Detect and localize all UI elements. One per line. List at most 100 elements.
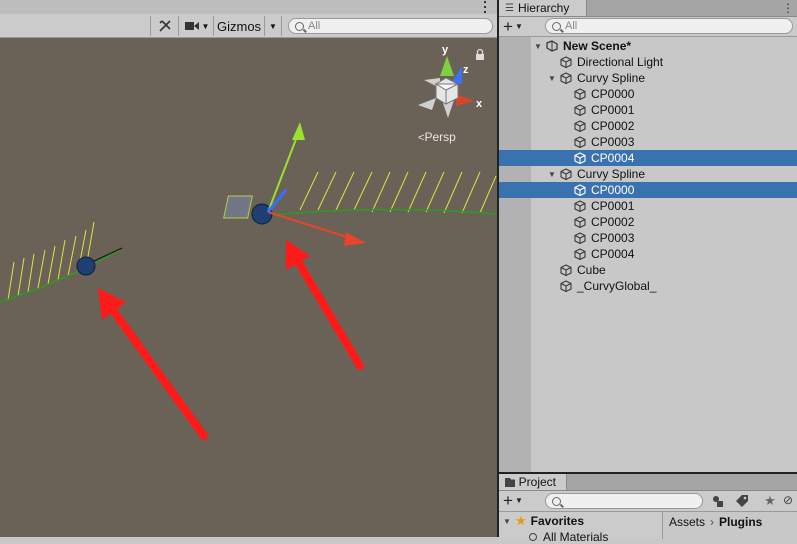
hierarchy-row-label: CP0002 — [591, 119, 635, 133]
hierarchy-row[interactable]: Cube — [499, 262, 797, 278]
hierarchy-tree[interactable]: ▼ New Scene* Directional Light ▼ Curvy Splin… — [499, 37, 797, 472]
cube-icon — [574, 184, 586, 196]
cube-icon — [574, 152, 586, 164]
hierarchy-row[interactable]: CP0001 — [499, 102, 797, 118]
chevron-down-icon: ▼ — [514, 22, 523, 31]
scene-view[interactable]: y z x <Persp ▼ Gizmos ▼ All — [0, 0, 497, 537]
hierarchy-row[interactable]: CP0003 — [499, 134, 797, 150]
chevron-down-icon[interactable]: ▼ — [533, 42, 543, 51]
hierarchy-toolbar: + ▼ All — [499, 17, 797, 37]
hierarchy-row-label: New Scene* — [563, 39, 632, 53]
hierarchy-row[interactable]: CP0001 — [499, 198, 797, 214]
spline-right-hatch — [299, 171, 497, 214]
search-icon — [529, 533, 537, 541]
chevron-down-icon: ▼ — [269, 21, 277, 31]
hierarchy-search-input[interactable]: All — [545, 18, 793, 34]
kebab-menu-icon[interactable] — [482, 1, 488, 13]
hierarchy-row[interactable]: ▼ Curvy Spline — [499, 70, 797, 86]
toolbar-divider — [281, 16, 282, 36]
breadcrumb: Assets › Plugins — [663, 512, 797, 539]
camera-dropdown[interactable]: ▼ — [182, 16, 212, 36]
hierarchy-row[interactable]: CP0003 — [499, 230, 797, 246]
cube-icon — [574, 200, 586, 212]
tools-icon — [159, 20, 171, 32]
gizmos-dropdown-button[interactable]: ▼ — [265, 16, 281, 36]
hierarchy-row-label: CP0004 — [591, 247, 635, 261]
scene-canvas[interactable] — [0, 0, 497, 537]
all-materials-label: All Materials — [543, 530, 609, 544]
all-materials-row[interactable]: All Materials — [529, 530, 608, 544]
gizmos-label: Gizmos — [217, 18, 262, 34]
project-toolbar: + ▼ ★ ⊘ — [499, 491, 797, 512]
chevron-down-icon: ▼ — [514, 496, 523, 505]
tab-project[interactable]: Project — [499, 474, 567, 490]
plus-icon: + — [503, 490, 513, 510]
hierarchy-row[interactable]: ▼ Curvy Spline — [499, 166, 797, 182]
favorites-row[interactable]: ▼ ★ Favorites — [499, 513, 585, 528]
hierarchy-row[interactable]: _CurvyGlobal_ — [499, 278, 797, 294]
hierarchy-list-icon: ☰ — [505, 2, 514, 14]
create-asset-button[interactable]: + ▼ — [503, 490, 531, 510]
search-icon — [552, 21, 561, 31]
hierarchy-row[interactable]: CP0000 — [499, 86, 797, 102]
scene-title-strip — [0, 0, 497, 14]
chevron-down-icon[interactable]: ▼ — [547, 74, 557, 83]
cube-icon — [560, 168, 572, 180]
search-icon — [552, 496, 561, 506]
create-object-button[interactable]: + ▼ — [503, 17, 531, 36]
favorite-star-icon[interactable]: ★ — [761, 493, 779, 509]
cube-icon — [574, 136, 586, 148]
scene-search-input[interactable]: All — [288, 18, 493, 34]
effects-toggle-button[interactable] — [154, 16, 176, 36]
project-search-input[interactable] — [545, 493, 703, 509]
red-arrow-left — [98, 288, 208, 440]
favorites-label: Favorites — [530, 514, 585, 528]
hierarchy-row-label: CP0003 — [591, 135, 635, 149]
cube-icon — [574, 248, 586, 260]
unity-scene-icon — [546, 40, 558, 52]
hierarchy-row[interactable]: CP0002 — [499, 118, 797, 134]
hierarchy-row-label: _CurvyGlobal_ — [577, 279, 657, 293]
red-arrow-right — [286, 240, 364, 370]
tab-hierarchy[interactable]: ☰ Hierarchy — [499, 0, 587, 16]
chevron-down-icon: ▼ — [503, 516, 511, 526]
cube-icon — [560, 56, 572, 68]
move-gizmo — [223, 122, 366, 246]
hierarchy-row-label: CP0000 — [591, 183, 635, 197]
hierarchy-row-label: CP0003 — [591, 231, 635, 245]
tab-project-label: Project — [518, 475, 556, 489]
kebab-menu-icon[interactable]: ⋮ — [782, 1, 794, 15]
hierarchy-row[interactable]: CP0004 — [499, 150, 797, 166]
toolbar-divider — [178, 16, 179, 36]
tab-hierarchy-label: Hierarchy — [517, 1, 570, 15]
hierarchy-row[interactable]: CP0000 — [499, 182, 797, 198]
hierarchy-row[interactable]: CP0002 — [499, 214, 797, 230]
toolbar-divider — [150, 16, 151, 36]
perspective-label: Persp — [424, 130, 456, 144]
project-panel: Project + ▼ ★ ⊘ ▼ ★ Favorites All Materia… — [499, 472, 797, 544]
gizmo-z-label: z — [463, 64, 469, 76]
chevron-right-icon: › — [710, 515, 715, 529]
filter-by-label-icon[interactable] — [733, 493, 751, 509]
gizmo-x-label: x — [476, 98, 483, 110]
gizmos-button[interactable]: Gizmos — [214, 16, 264, 36]
hidden-packages-icon[interactable]: ⊘ — [783, 493, 797, 509]
hierarchy-row-label: Directional Light — [577, 55, 664, 69]
project-folder-tree[interactable]: ▼ ★ Favorites All Materials — [499, 512, 663, 544]
hierarchy-search-placeholder: All — [565, 20, 578, 32]
cube-icon — [560, 264, 572, 276]
breadcrumb-assets[interactable]: Assets — [669, 515, 705, 529]
hierarchy-row[interactable]: Directional Light — [499, 54, 797, 70]
hierarchy-tabbar: ☰ Hierarchy ⋮ — [499, 0, 797, 17]
filter-by-type-icon[interactable] — [709, 493, 727, 509]
breadcrumb-plugins[interactable]: Plugins — [719, 515, 762, 529]
cube-icon — [574, 120, 586, 132]
cube-icon — [574, 104, 586, 116]
cube-icon — [560, 72, 572, 84]
perspective-toggle[interactable]: <Persp — [418, 130, 456, 144]
hierarchy-row-label: CP0004 — [591, 151, 635, 165]
hierarchy-row[interactable]: CP0004 — [499, 246, 797, 262]
chevron-down-icon[interactable]: ▼ — [547, 170, 557, 179]
camera-icon — [184, 22, 199, 30]
hierarchy-row[interactable]: ▼ New Scene* — [499, 38, 797, 54]
